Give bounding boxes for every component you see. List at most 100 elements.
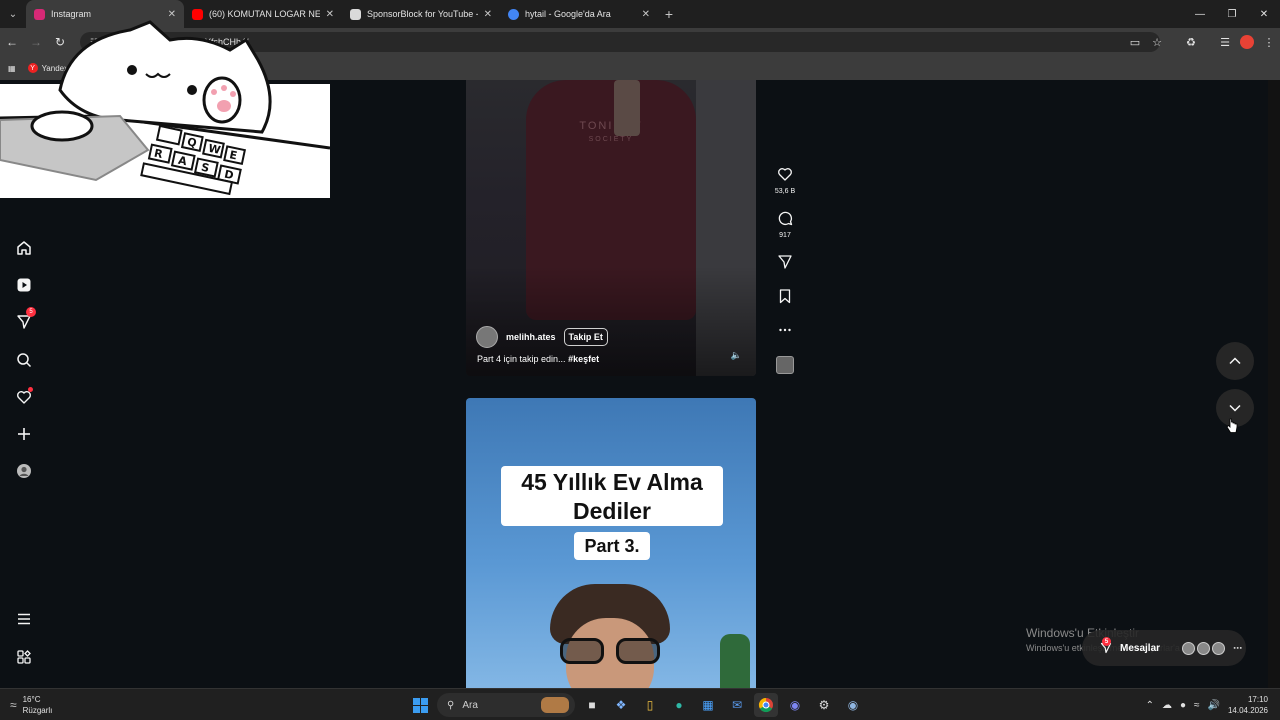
task-view-icon[interactable]: ■ xyxy=(580,693,604,717)
search-highlight-image xyxy=(541,697,569,713)
close-window-icon[interactable]: ✕ xyxy=(1248,0,1280,28)
like-button[interactable]: 53,6 B xyxy=(772,166,798,195)
ellipsis-icon: ⋯ xyxy=(1233,642,1243,653)
install-app-icon[interactable]: ▭ xyxy=(1124,36,1146,49)
shirt-print-text: TONIGHT SOCIETY xyxy=(579,120,643,143)
search-icon[interactable] xyxy=(12,348,36,372)
author-username[interactable]: melihh.ates xyxy=(506,332,556,342)
tab-close-icon[interactable]: ✕ xyxy=(168,9,176,20)
previous-reel-button[interactable] xyxy=(1216,342,1254,380)
weather-temperature: 16°C xyxy=(22,695,41,704)
microsoft-store-icon[interactable]: ▦ xyxy=(696,693,720,717)
page-scrollbar[interactable] xyxy=(1268,80,1280,688)
media-control-icon[interactable]: ☰ xyxy=(1214,36,1236,49)
network-icon[interactable]: ☁ xyxy=(1162,700,1172,711)
tab-title: hytail - Google'da Ara xyxy=(525,9,611,19)
also-from-meta-icon[interactable] xyxy=(12,645,36,669)
more-options-button[interactable] xyxy=(772,322,798,343)
comment-count: 917 xyxy=(779,232,791,239)
chevron-down-icon xyxy=(1229,404,1241,412)
tab-close-icon[interactable]: ✕ xyxy=(642,9,650,20)
notification-dot xyxy=(28,387,33,392)
reel-title-card: 45 Yıllık Ev Alma Dediler xyxy=(501,466,723,526)
clock[interactable]: 17:10 14.04.2026 xyxy=(1228,694,1268,716)
volume-icon[interactable]: 🔊 xyxy=(1208,700,1220,711)
recent-chat-avatars xyxy=(1182,641,1226,655)
wifi-icon[interactable]: ≈ xyxy=(1194,700,1200,711)
minimize-icon[interactable]: — xyxy=(1184,0,1216,28)
extensions-icon[interactable]: ♻ xyxy=(1180,36,1202,49)
caption-hashtag[interactable]: #keşfet xyxy=(568,354,599,364)
share-button[interactable] xyxy=(772,254,798,275)
author-avatar[interactable] xyxy=(476,326,498,348)
microphone-icon[interactable]: ● xyxy=(1180,700,1186,711)
mail-icon[interactable]: ✉ xyxy=(725,693,749,717)
like-count: 53,6 B xyxy=(774,188,796,195)
instagram-favicon-icon xyxy=(34,8,45,20)
reel-video-next[interactable]: 45 Yıllık Ev Alma Dediler Part 3. xyxy=(466,398,756,688)
tab-title: SponsorBlock for YouTube - Sk xyxy=(367,9,478,19)
weather-widget[interactable]: ≈ 16°C Rüzgarlı xyxy=(10,694,52,716)
file-explorer-icon[interactable]: ▯ xyxy=(638,693,662,717)
messages-pill[interactable]: 5 Mesajlar ⋯ xyxy=(1082,630,1246,666)
create-icon[interactable] xyxy=(12,422,36,446)
window-controls: — ❐ ✕ xyxy=(1184,0,1280,28)
start-button[interactable] xyxy=(408,693,432,717)
clock-time: 17:10 xyxy=(1247,695,1268,704)
messages-icon[interactable]: 5 xyxy=(12,307,36,334)
reel-title-line2: Dediler xyxy=(573,498,651,524)
presenter-face xyxy=(550,584,670,688)
more-menu-icon[interactable] xyxy=(12,607,36,631)
tab-title: Instagram xyxy=(51,9,92,19)
clock-date: 14.04.2026 xyxy=(1227,706,1268,715)
comment-icon xyxy=(778,211,793,226)
discord-icon[interactable]: ◉ xyxy=(783,693,807,717)
reels-icon[interactable] xyxy=(12,273,36,297)
tab-close-icon[interactable]: ✕ xyxy=(326,9,334,20)
comment-button[interactable]: 917 xyxy=(772,210,798,239)
system-tray: ⌃ ☁ ● ≈ 🔊 17:10 14.04.2026 xyxy=(1146,693,1268,717)
reel-video-current[interactable]: TONIGHT SOCIETY melihh.ates Takip Et Part… xyxy=(466,80,756,376)
tab-google[interactable]: hytail - Google'da Ara ✕ xyxy=(500,0,658,28)
copilot-icon[interactable]: ❖ xyxy=(609,693,633,717)
bongo-cat-overlay: Q W E R A S D xyxy=(0,20,330,198)
follow-button[interactable]: Takip Et xyxy=(563,328,608,346)
tab-close-icon[interactable]: ✕ xyxy=(484,9,492,20)
ellipsis-icon xyxy=(779,328,791,332)
sponsorblock-favicon-icon xyxy=(350,8,361,20)
windows-taskbar: ≈ 16°C Rüzgarlı ⚲ Ara ■ ❖ ▯ ● ▦ ✉ ◉ ⚙ ◉ … xyxy=(0,688,1280,720)
bookmark-star-icon[interactable]: ☆ xyxy=(1146,36,1168,49)
caption-text: Part 4 için takip edin... xyxy=(477,354,566,364)
chevron-up-icon xyxy=(1229,357,1241,365)
notifications-icon[interactable] xyxy=(12,385,36,409)
reel-caption[interactable]: Part 4 için takip edin... #keşfet xyxy=(477,354,599,364)
search-icon: ⚲ xyxy=(447,699,455,711)
profile-icon[interactable] xyxy=(12,459,36,483)
save-button[interactable] xyxy=(772,288,798,309)
taskbar-apps: ⚲ Ara ■ ❖ ▯ ● ▦ ✉ ◉ ⚙ ◉ xyxy=(408,693,865,717)
youtube-favicon-icon xyxy=(192,8,203,20)
heart-icon xyxy=(778,168,792,181)
original-audio-thumbnail[interactable] xyxy=(776,356,794,374)
new-tab-button[interactable]: + xyxy=(658,6,680,22)
chevron-up-icon[interactable]: ⌃ xyxy=(1146,700,1154,711)
palm-tree xyxy=(720,634,750,688)
chrome-icon[interactable] xyxy=(754,693,778,717)
bookmark-icon xyxy=(779,289,791,304)
weather-condition: Rüzgarlı xyxy=(22,706,53,715)
taskbar-search[interactable]: ⚲ Ara xyxy=(437,693,575,717)
steam-icon[interactable]: ◉ xyxy=(841,693,865,717)
hand-cursor-icon xyxy=(1226,418,1238,433)
reel-frame-phone xyxy=(614,80,640,136)
edge-icon[interactable]: ● xyxy=(667,693,691,717)
chrome-menu-icon[interactable]: ⋮ xyxy=(1258,36,1280,49)
sunglasses xyxy=(560,638,660,664)
messages-badge: 5 xyxy=(26,307,36,317)
volume-icon[interactable]: 🔈 xyxy=(731,350,742,361)
game-launcher-icon[interactable]: ⚙ xyxy=(812,693,836,717)
home-icon[interactable] xyxy=(12,236,36,260)
restore-icon[interactable]: ❐ xyxy=(1216,0,1248,28)
tab-title: (60) KOMUTAN LOGAR NEDEN xyxy=(209,9,320,19)
tab-sponsorblock[interactable]: SponsorBlock for YouTube - Sk ✕ xyxy=(342,0,500,28)
profile-avatar-icon[interactable] xyxy=(1240,35,1254,49)
